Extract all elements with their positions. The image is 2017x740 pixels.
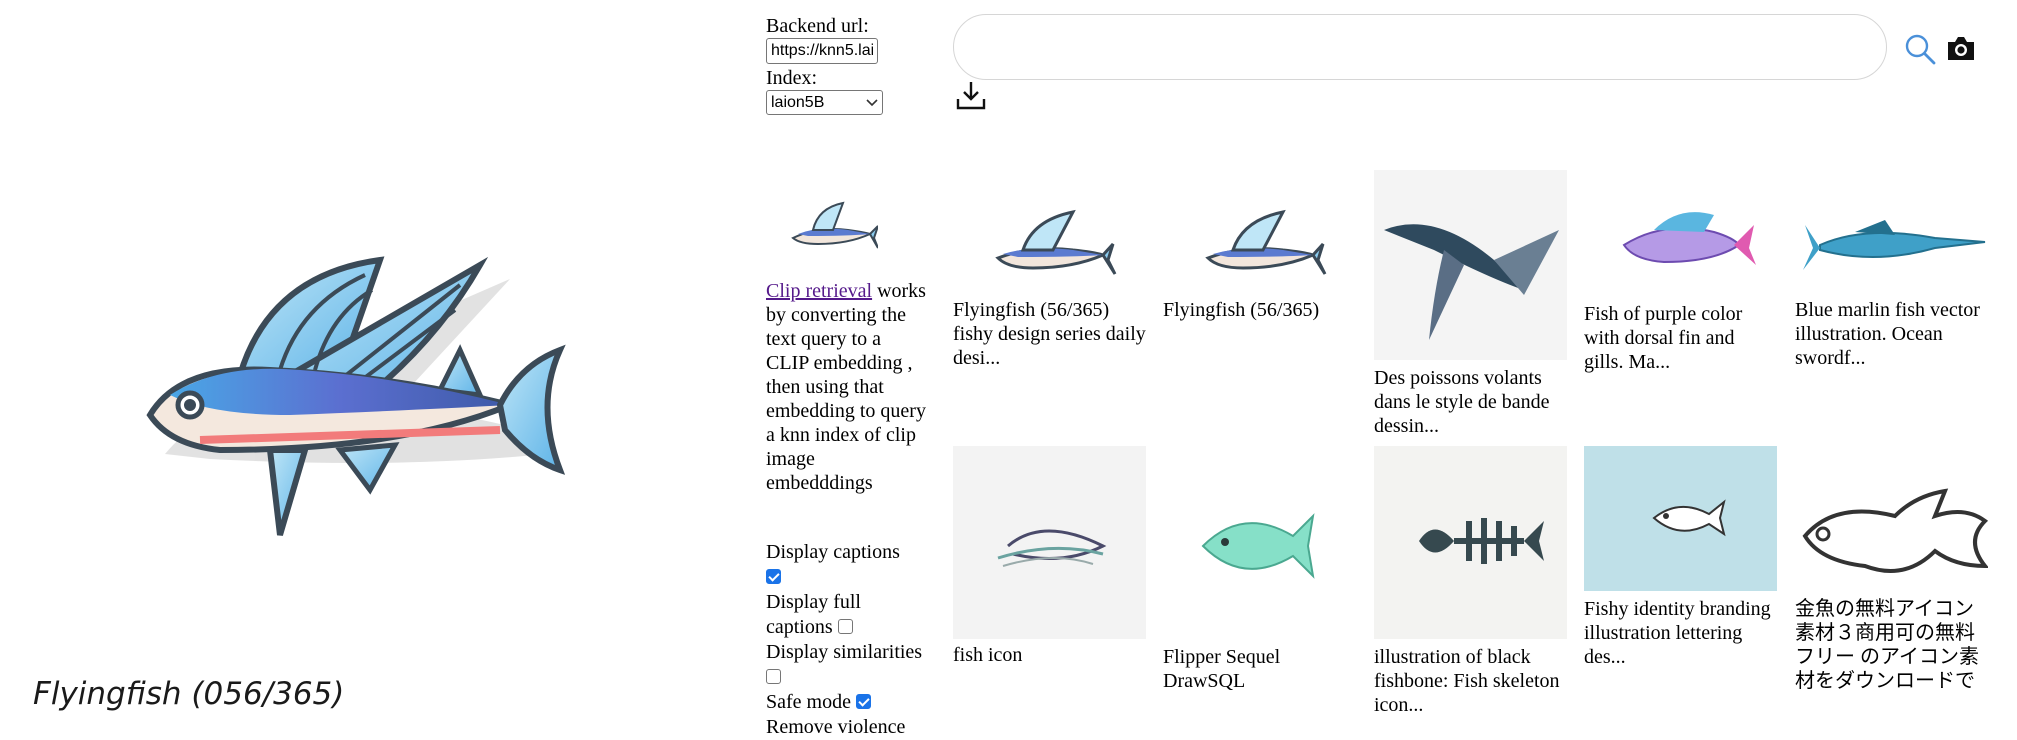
- result-tile[interactable]: Fishy identity branding illustration let…: [1584, 446, 1777, 669]
- option-display-similarities[interactable]: Display similarities: [766, 640, 926, 690]
- result-tile[interactable]: Flyingfish (56/365): [1163, 170, 1356, 322]
- result-image: [1584, 446, 1777, 591]
- option-safe-mode-label: Safe mode: [766, 691, 851, 713]
- option-display-similarities-label: Display similarities: [766, 641, 923, 663]
- search-icon: [1905, 34, 1936, 65]
- display-captions-checkbox[interactable]: [766, 568, 781, 584]
- options-panel: Display captions Display full captions D…: [766, 540, 926, 740]
- result-caption: 金魚の無料アイコン素材３商用可の無料フリー のアイコン素材をダウンロードで: [1795, 598, 1979, 692]
- result-caption: Flipper Sequel DrawSQL: [1163, 646, 1281, 692]
- result-image: [953, 446, 1146, 639]
- download-button[interactable]: [955, 79, 987, 111]
- result-tile[interactable]: illustration of black fishbone: Fish ske…: [1374, 446, 1567, 717]
- query-image: [140, 245, 620, 575]
- backend-url-label: Backend url:: [766, 15, 869, 37]
- search-button[interactable]: [1904, 33, 1936, 65]
- search-input[interactable]: [953, 14, 1887, 80]
- option-display-captions-label: Display captions: [766, 541, 900, 563]
- chevron-down-icon: [866, 98, 878, 106]
- result-tile[interactable]: fish icon: [953, 446, 1146, 667]
- index-select-value: laion5B: [771, 93, 825, 111]
- flying-fish-thumbnail: [791, 201, 879, 249]
- option-remove-violence[interactable]: Remove violence: [766, 715, 926, 740]
- result-tile[interactable]: Flipper Sequel DrawSQL: [1163, 446, 1356, 693]
- option-safe-mode[interactable]: Safe mode: [766, 690, 926, 715]
- result-caption: Fishy identity branding illustration let…: [1584, 598, 1771, 668]
- download-icon: [956, 82, 986, 110]
- option-display-captions[interactable]: Display captions: [766, 540, 926, 590]
- option-remove-violence-label: Remove violence: [766, 716, 906, 738]
- display-full-captions-checkbox[interactable]: [837, 618, 853, 634]
- result-tile[interactable]: Flyingfish (56/365) fishy design series …: [953, 170, 1146, 370]
- result-image: [1584, 170, 1777, 320]
- image-upload-button[interactable]: [1946, 34, 1976, 62]
- index-label: Index:: [766, 67, 818, 89]
- safe-mode-checkbox[interactable]: [855, 693, 871, 709]
- sidebar-description: Clip retrieval works by converting the t…: [766, 279, 926, 495]
- sidebar-description-text: works by converting the text query to a …: [766, 280, 926, 494]
- result-tile[interactable]: Des poissons volants dans le style de ba…: [1374, 170, 1567, 438]
- flying-fish-illustration: [146, 256, 566, 536]
- sidebar-thumbnail: [788, 198, 879, 258]
- result-caption: Des poissons volants dans le style de ba…: [1374, 367, 1550, 437]
- display-similarities-checkbox[interactable]: [766, 668, 781, 684]
- result-image: [1374, 170, 1567, 360]
- result-caption: Blue marlin fish vector illustration. Oc…: [1795, 299, 1980, 369]
- result-tile[interactable]: Blue marlin fish vector illustration. Oc…: [1795, 170, 1988, 370]
- result-tile[interactable]: Fish of purple color with dorsal fin and…: [1584, 170, 1777, 374]
- result-caption: illustration of black fishbone: Fish ske…: [1374, 646, 1560, 716]
- camera-icon: [1948, 37, 1974, 60]
- option-display-full-captions[interactable]: Display full captions: [766, 590, 926, 640]
- query-image-caption: Flyingfish (056/365): [33, 676, 345, 712]
- clip-retrieval-link[interactable]: Clip retrieval: [766, 280, 872, 302]
- backend-url-input[interactable]: [766, 38, 878, 64]
- index-select[interactable]: laion5B: [766, 90, 883, 115]
- result-image: [1374, 446, 1567, 639]
- result-tile[interactable]: 金魚の無料アイコン素材３商用可の無料フリー のアイコン素材をダウンロードで: [1795, 446, 1988, 693]
- result-caption: fish icon: [953, 644, 1023, 666]
- result-image: [1163, 446, 1356, 639]
